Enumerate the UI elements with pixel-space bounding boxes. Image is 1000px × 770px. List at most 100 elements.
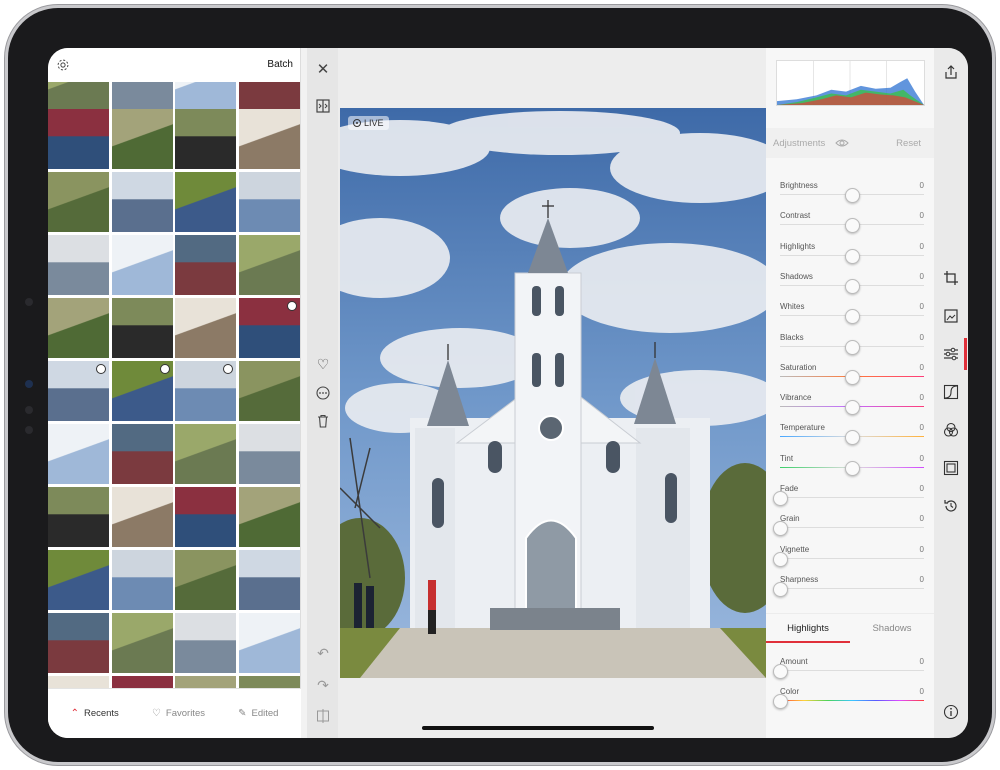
vignette-icon[interactable]	[943, 460, 959, 476]
church-photo[interactable]: LIVE	[340, 108, 766, 678]
photo-thumbnail[interactable]	[111, 235, 173, 295]
split-tab-shadows[interactable]: Shadows	[850, 614, 934, 643]
slider-thumb[interactable]	[845, 400, 860, 416]
photo-thumbnail[interactable]	[238, 550, 300, 610]
photo-thumbnail[interactable]	[48, 676, 109, 688]
photo-thumbnail[interactable]	[48, 82, 109, 112]
trash-icon[interactable]	[315, 413, 331, 429]
photo-thumbnail[interactable]	[48, 298, 109, 358]
close-icon[interactable]: ✕	[315, 62, 331, 78]
compare-icon[interactable]	[315, 98, 331, 114]
photo-thumbnail[interactable]	[111, 424, 173, 484]
photo-thumbnail[interactable]	[238, 676, 300, 688]
photo-thumbnail[interactable]	[238, 235, 300, 295]
photo-thumbnail[interactable]	[175, 298, 236, 358]
slider-thumb[interactable]	[845, 188, 860, 203]
photo-thumbnail[interactable]	[238, 109, 300, 169]
slider-tint: Tint 0	[766, 447, 934, 477]
photo-thumbnail[interactable]	[238, 82, 300, 112]
slider-track[interactable]	[780, 670, 924, 671]
slider-thumb[interactable]	[773, 694, 788, 710]
tab-favorites[interactable]: ♡ Favorites	[152, 708, 205, 719]
photo-thumbnail[interactable]	[111, 298, 173, 358]
slider-thumb[interactable]	[845, 248, 860, 264]
redo-icon[interactable]: ↷	[315, 677, 331, 693]
slider-label: Shadows	[780, 271, 813, 281]
slider-label: Saturation	[780, 362, 817, 372]
photo-thumbnail[interactable]	[238, 172, 300, 232]
gear-icon[interactable]	[56, 58, 70, 72]
slider-track[interactable]	[780, 700, 924, 702]
photo-thumbnail[interactable]	[48, 172, 109, 232]
slider-track[interactable]	[780, 497, 924, 498]
photo-thumbnail[interactable]	[175, 550, 236, 610]
history-icon[interactable]	[943, 498, 959, 514]
slider-thumb[interactable]	[845, 278, 860, 294]
photo-thumbnail[interactable]	[48, 109, 109, 169]
photo-thumbnail[interactable]	[48, 235, 109, 295]
split-tab-highlights[interactable]: Highlights	[766, 614, 850, 643]
photo-thumbnail[interactable]	[175, 424, 236, 484]
crop-icon[interactable]	[943, 270, 959, 286]
slider-thumb[interactable]	[845, 218, 860, 234]
photo-thumbnail[interactable]	[48, 613, 109, 673]
slider-thumb[interactable]	[845, 430, 860, 446]
photo-thumbnail[interactable]	[175, 172, 236, 232]
photo-thumbnail[interactable]	[111, 676, 173, 688]
share-icon[interactable]	[943, 64, 959, 80]
tab-recents[interactable]: ⌃ Recents	[71, 708, 119, 719]
slider-track[interactable]	[780, 557, 924, 559]
undo-icon[interactable]: ↶	[315, 645, 331, 661]
info-icon[interactable]	[943, 704, 959, 720]
photo-thumbnail[interactable]	[175, 82, 236, 112]
sliders-icon[interactable]	[943, 346, 959, 362]
slider-thumb[interactable]	[845, 460, 860, 476]
image-adjust-icon[interactable]	[943, 308, 959, 324]
photo-thumbnail[interactable]	[175, 361, 236, 421]
curves-icon[interactable]	[943, 384, 959, 400]
slider-thumb[interactable]	[845, 339, 860, 355]
photo-thumbnail[interactable]	[175, 613, 236, 673]
eye-icon[interactable]	[835, 138, 849, 148]
split-view-icon[interactable]	[315, 708, 331, 724]
slider-thumb[interactable]	[773, 581, 788, 597]
photo-thumbnail[interactable]	[111, 613, 173, 673]
photo-thumbnail[interactable]	[111, 361, 173, 421]
photo-thumbnail[interactable]	[111, 550, 173, 610]
live-photo-badge-icon	[96, 364, 106, 374]
photo-thumbnail[interactable]	[175, 487, 236, 547]
color-mixer-icon[interactable]	[943, 422, 959, 438]
slider-thumb[interactable]	[773, 491, 788, 506]
photo-thumbnail[interactable]	[111, 82, 173, 112]
heart-icon[interactable]: ♡	[315, 356, 331, 372]
photo-thumbnail[interactable]	[111, 109, 173, 169]
photo-thumbnail[interactable]	[111, 487, 173, 547]
photo-thumbnail[interactable]	[48, 487, 109, 547]
photo-thumbnail[interactable]	[238, 298, 300, 358]
slider-thumb[interactable]	[773, 551, 788, 567]
slider-thumb[interactable]	[773, 664, 788, 679]
slider-track[interactable]	[780, 587, 924, 589]
photo-thumbnail[interactable]	[48, 550, 109, 610]
photo-thumbnail[interactable]	[238, 361, 300, 421]
photo-thumbnail[interactable]	[238, 487, 300, 547]
slider-sharpness: Sharpness 0	[766, 568, 934, 598]
photo-thumbnail[interactable]	[238, 424, 300, 484]
tab-edited[interactable]: ✎ Edited	[238, 708, 278, 719]
slider-value: 0	[919, 302, 924, 312]
photo-thumbnail[interactable]	[48, 424, 109, 484]
reset-button[interactable]: Reset	[896, 138, 921, 149]
photo-thumbnail[interactable]	[175, 676, 236, 688]
live-badge[interactable]: LIVE	[348, 116, 389, 130]
photo-thumbnail[interactable]	[238, 613, 300, 673]
photo-thumbnail[interactable]	[111, 172, 173, 232]
slider-track[interactable]	[780, 527, 924, 529]
slider-thumb[interactable]	[845, 309, 860, 325]
slider-thumb[interactable]	[773, 521, 788, 537]
photo-thumbnail[interactable]	[175, 109, 236, 169]
slider-thumb[interactable]	[845, 369, 860, 385]
more-icon[interactable]	[315, 385, 331, 401]
batch-button[interactable]: Batch	[267, 59, 293, 70]
photo-thumbnail[interactable]	[48, 361, 109, 421]
photo-thumbnail[interactable]	[175, 235, 236, 295]
